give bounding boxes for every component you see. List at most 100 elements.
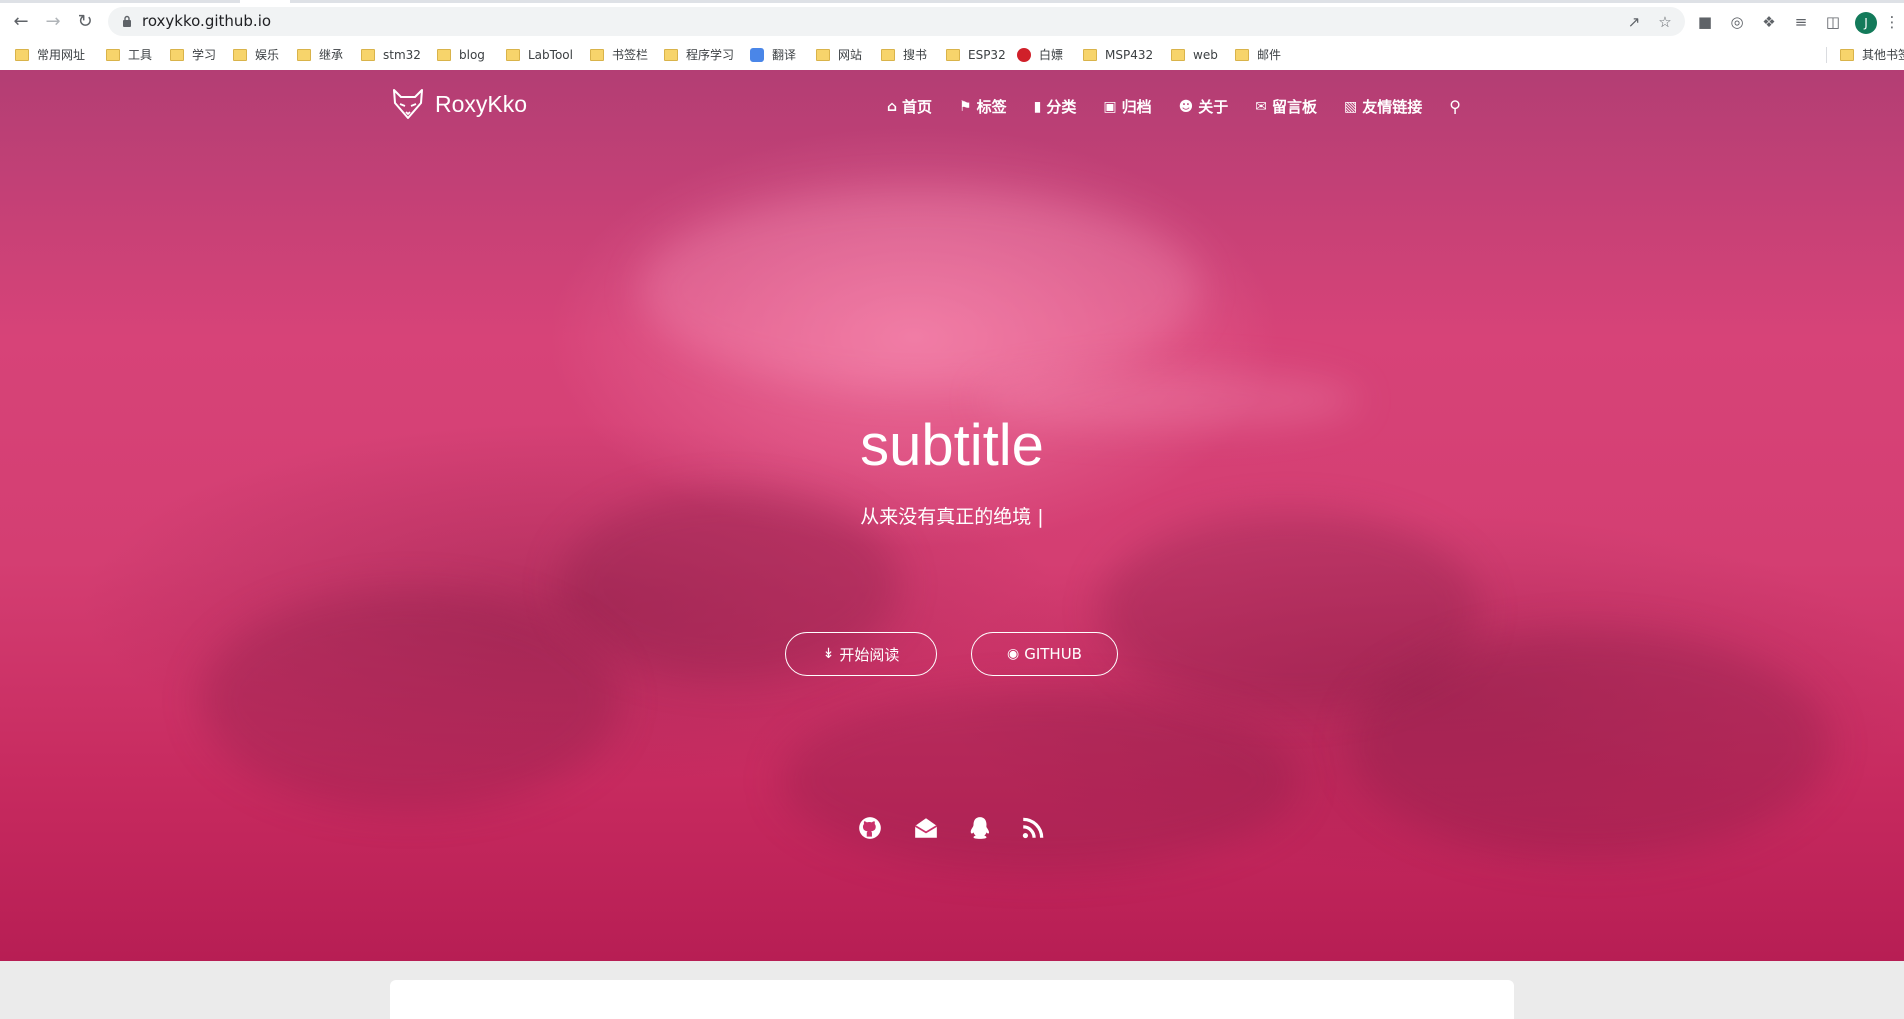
button-label: GITHUB [1024,645,1082,663]
search-icon[interactable]: ⚲ [1449,97,1461,116]
nav-label: 分类 [1046,98,1077,116]
folder-icon [1840,48,1854,61]
nav-archive[interactable]: ▣ 归档 [1103,96,1151,117]
bookmark-folder[interactable]: 程序学习 [664,39,734,70]
bookmark-label: 学习 [192,48,217,62]
button-label: 开始阅读 [839,645,900,664]
bookmark-folder[interactable]: 网站 [816,39,862,70]
bookmark-label: 搜书 [903,48,928,62]
bookmark-label: web [1193,47,1218,62]
bookmark-label: 程序学习 [686,48,735,62]
archive-icon: ▣ [1103,98,1117,115]
bookmark-folder[interactable]: web [1171,39,1218,70]
double-chevron-down-icon: ↡ [822,646,835,662]
bookmark-folder[interactable]: LabTool [506,39,573,70]
nav-label: 标签 [976,98,1007,116]
nav-guestbook[interactable]: ✉ 留言板 [1255,96,1317,117]
bookmark-label: 常用网址 [37,48,86,62]
lock-icon [123,15,131,27]
folder-icon [106,48,120,61]
rss-icon[interactable] [1020,815,1046,841]
bookmark-label: 继承 [319,48,344,62]
site-logo[interactable]: RoxyKko [391,87,527,121]
bookmark-label: LabTool [528,47,573,62]
bookmark-folder[interactable]: 邮件 [1235,39,1281,70]
folder-icon [233,48,247,61]
bookmark-label: 邮件 [1257,48,1282,62]
hero-subtitle: 从来没有真正的绝境 | [860,506,1044,528]
reload-icon[interactable]: ↻ [73,10,97,34]
bookmark-folder[interactable]: 常用网址 [15,39,85,70]
puzzle-icon[interactable]: ❖ [1759,12,1779,32]
cloud-shape [200,590,620,810]
nav-about[interactable]: ☻ 关于 [1179,96,1229,117]
nav-label: 归档 [1121,98,1152,116]
bookmark-label: 其他书签 [1862,48,1904,62]
folder-icon [881,48,895,61]
bookmark-label: ESP32 [968,47,1006,62]
reading-list-icon[interactable]: ≡ [1791,12,1811,32]
folder-icon [946,48,960,61]
content-card [390,980,1514,1019]
user-circle-icon: ☻ [1178,98,1194,115]
url-text: roxykko.github.io [142,12,272,30]
forward-icon[interactable]: → [41,10,65,34]
extension-2-icon[interactable]: ◎ [1727,12,1747,32]
folder-icon [361,48,375,61]
nav-categories[interactable]: ▮ 分类 [1034,96,1077,117]
github-alt-icon: ◉ [1007,646,1020,662]
folder-icon [437,48,451,61]
folder-icon [590,48,604,61]
folder-icon [664,48,678,61]
bookmark-folder[interactable]: stm32 [361,39,421,70]
site-header: RoxyKko ⌂ 首页 ⚑ 标签 ▮ 分类 ▣ 归档 ☻ 关于 ✉ 留言板 ▧ 友情链接 ⚲ [0,70,1904,140]
bookmark-folder[interactable]: 娱乐 [233,39,279,70]
bookmark-label: MSP432 [1105,47,1154,62]
envelope-open-icon[interactable] [913,815,939,841]
hero-banner: RoxyKko ⌂ 首页 ⚑ 标签 ▮ 分类 ▣ 归档 ☻ 关于 ✉ 留言板 ▧ 友情链接 ⚲… [0,70,1904,961]
social-links [0,815,1904,845]
bookmark-folder[interactable]: 搜书 [881,39,927,70]
back-icon[interactable]: ← [9,10,33,34]
bookmark-label: 工具 [128,48,153,62]
nav-home[interactable]: ⌂ 首页 [887,96,932,117]
folder-icon [1083,48,1097,61]
bookmark-folder[interactable]: 学习 [170,39,216,70]
bookmark-site[interactable]: 白嫖 [1017,39,1063,70]
other-bookmarks[interactable]: 其他书签 [1840,39,1904,70]
bookmarks-bar: 常用网址 工具 学习 娱乐 继承 stm32 blog LabTool 书签栏 … [0,39,1904,71]
qq-icon[interactable] [967,815,993,841]
bookmark-folder[interactable]: 书签栏 [590,39,648,70]
github-button[interactable]: ◉ GITHUB [971,632,1118,676]
bookmark-folder[interactable]: ESP32 [946,39,1006,70]
bookmark-folder[interactable]: blog [437,39,485,70]
bookmark-label: 书签栏 [612,48,649,62]
browser-toolbar: ← → ↻ roxykko.github.io ↗ ☆ ■ ◎ ❖ ≡ ◫ J … [0,3,1904,39]
address-bar[interactable]: roxykko.github.io ↗ ☆ [108,7,1685,36]
profile-avatar[interactable]: J [1855,12,1877,34]
bookmark-folder[interactable]: MSP432 [1083,39,1153,70]
site-favicon-icon [1017,47,1031,62]
bookmark-label: 白嫖 [1039,48,1064,62]
folder-icon [1235,48,1249,61]
share-icon[interactable]: ↗ [1624,12,1644,32]
side-panel-icon[interactable]: ◫ [1823,12,1843,32]
bookmark-translate[interactable]: 翻译 [750,39,796,70]
nav-friend-links[interactable]: ▧ 友情链接 [1344,96,1422,117]
menu-kebab-icon[interactable]: ⋮ [1882,12,1902,32]
extension-icon[interactable]: ■ [1695,12,1715,32]
bookmark-folder[interactable]: 工具 [106,39,152,70]
bookmark-label: 娱乐 [255,48,280,62]
start-reading-button[interactable]: ↡ 开始阅读 [785,632,937,676]
nav-tags[interactable]: ⚑ 标签 [959,96,1007,117]
bookmark-label: stm32 [383,47,421,62]
address-book-icon: ▧ [1343,98,1358,115]
bookmark-folder[interactable]: 继承 [297,39,343,70]
translate-icon [750,47,764,62]
nav-label: 友情链接 [1362,98,1423,116]
folder-icon [816,48,830,61]
nav-label: 留言板 [1271,98,1317,116]
star-icon[interactable]: ☆ [1655,12,1675,32]
hero-title: subtitle [860,413,1044,478]
github-icon[interactable] [857,815,883,841]
